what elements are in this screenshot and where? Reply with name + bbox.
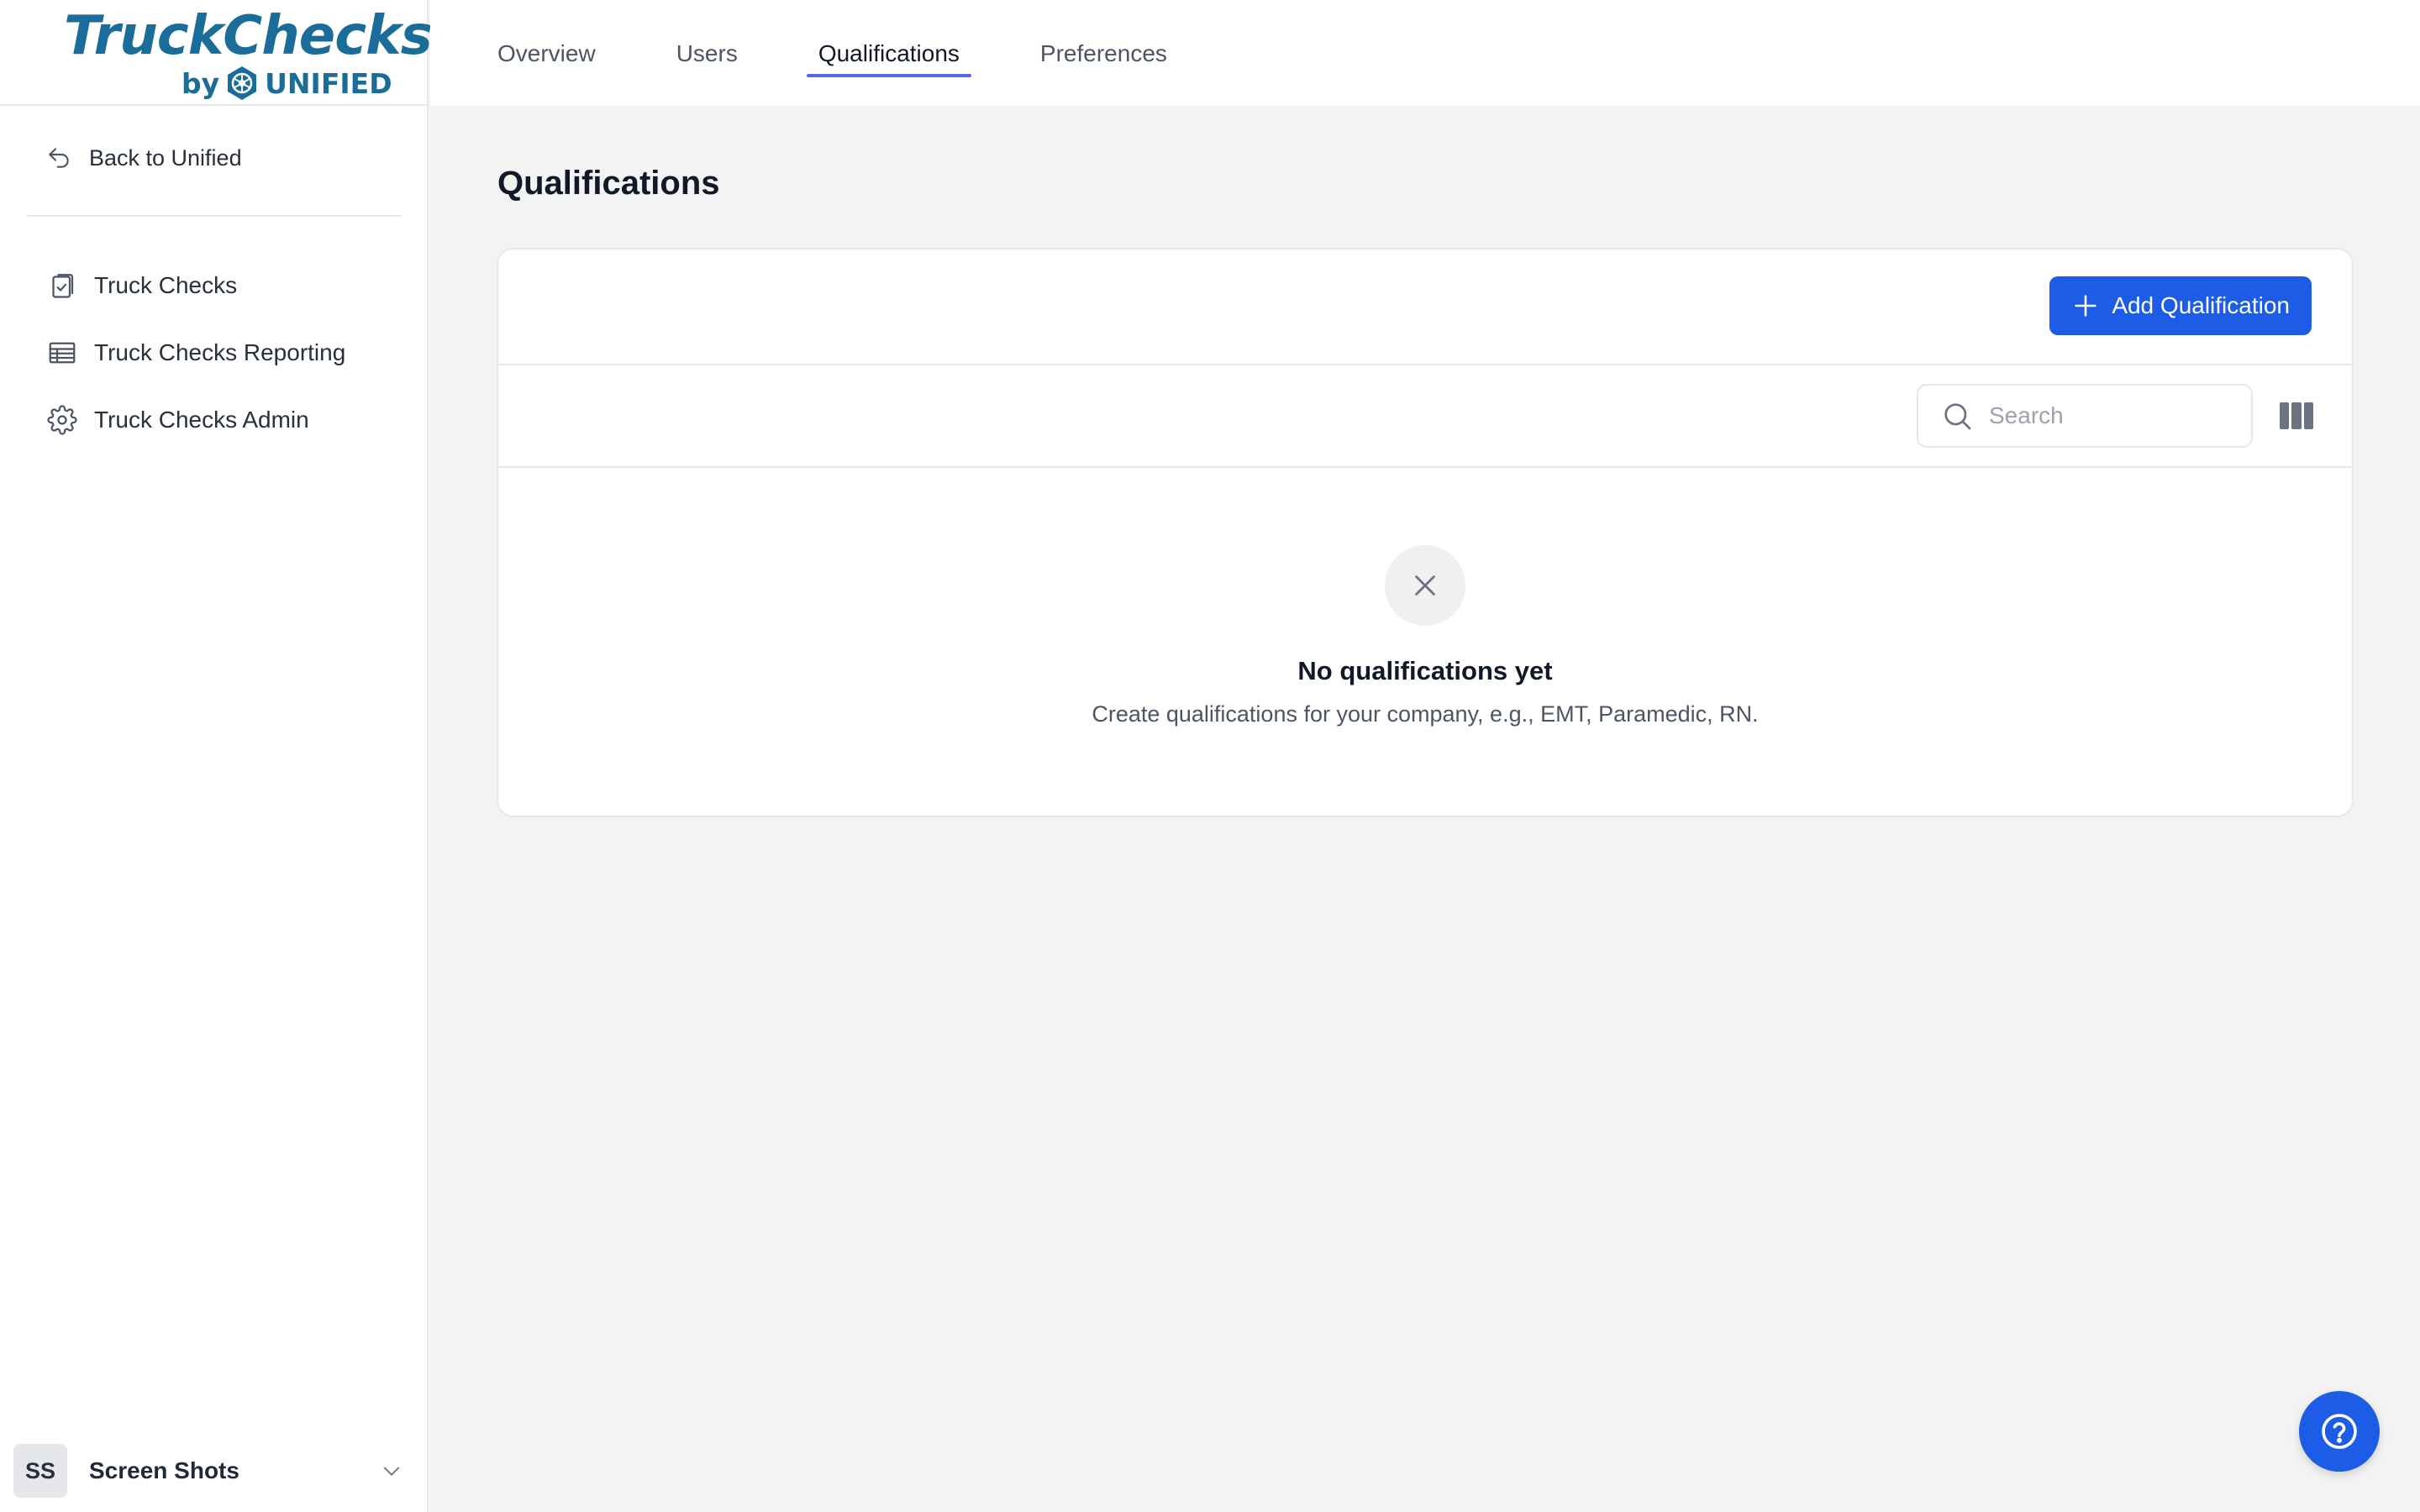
question-circle-icon xyxy=(2322,1414,2357,1449)
tab-preferences[interactable]: Preferences xyxy=(1028,40,1179,77)
logo-wordmark: TruckChecks xyxy=(64,5,433,67)
tab-overview[interactable]: Overview xyxy=(497,40,608,77)
sidebar-item-truck-checks[interactable]: Truck Checks xyxy=(47,252,345,319)
search-input[interactable] xyxy=(1989,402,2241,429)
sidebar-divider xyxy=(27,215,402,217)
back-arrow-icon xyxy=(49,148,69,168)
user-menu[interactable]: SS Screen Shots xyxy=(13,1443,415,1499)
unified-badge-icon xyxy=(228,66,257,100)
empty-state-description: Create qualifications for your company, … xyxy=(1092,701,1759,727)
plus-icon xyxy=(2075,295,2096,317)
search-icon xyxy=(1944,403,1971,430)
back-link-label: Back to Unified xyxy=(89,144,242,171)
sidebar-item-truck-checks-reporting[interactable]: Truck Checks Reporting xyxy=(47,319,345,386)
avatar: SS xyxy=(13,1444,67,1498)
table-icon xyxy=(49,342,76,364)
sidebar-item-label: Truck Checks xyxy=(94,272,238,298)
card-header: Add Qualification xyxy=(498,249,2352,365)
help-button[interactable] xyxy=(2299,1391,2380,1472)
tab-bar: Overview Users Qualifications Preference… xyxy=(497,40,1236,77)
logo[interactable]: TruckChecks by UNIFIED xyxy=(0,0,433,106)
add-qualification-button[interactable]: Add Qualification xyxy=(2049,276,2312,335)
tab-users[interactable]: Users xyxy=(665,40,750,77)
empty-state-x-icon xyxy=(1385,545,1465,626)
qualifications-card: Add Qualification No qualifications yet … xyxy=(497,248,2354,817)
gear-icon xyxy=(47,405,77,435)
user-name: Screen Shots xyxy=(89,1457,239,1483)
sidebar-item-truck-checks-admin[interactable]: Truck Checks Admin xyxy=(47,386,345,454)
logo-byline: by UNIFIED xyxy=(182,66,392,101)
logo-company-text: UNIFIED xyxy=(265,66,392,100)
top-bar: Overview Users Qualifications Preference… xyxy=(430,0,2420,106)
column-bar xyxy=(2280,402,2290,429)
back-to-unified-link[interactable]: Back to Unified xyxy=(45,144,242,171)
tab-qualifications[interactable]: Qualifications xyxy=(806,40,972,77)
empty-state: No qualifications yet Create qualificati… xyxy=(498,470,2352,727)
table-toolbar xyxy=(498,365,2352,468)
close-icon xyxy=(1415,575,1435,596)
columns-toggle-icon[interactable] xyxy=(2280,402,2313,429)
add-qualification-label: Add Qualification xyxy=(2112,292,2290,318)
column-bar xyxy=(2291,402,2302,429)
sidebar-item-label: Truck Checks Reporting xyxy=(94,339,346,365)
chevron-down-icon xyxy=(383,1467,400,1476)
page-title: Qualifications xyxy=(497,165,720,202)
empty-state-title: No qualifications yet xyxy=(1297,656,1553,685)
sidebar-item-label: Truck Checks Admin xyxy=(94,407,309,433)
search-box[interactable] xyxy=(1917,384,2253,448)
column-bar xyxy=(2303,402,2313,429)
logo-by-text: by xyxy=(182,66,220,100)
clipboard-check-icon xyxy=(52,274,74,298)
sidebar-nav: Truck Checks Truck Checks Reporting Truc… xyxy=(47,252,345,454)
sidebar: TruckChecks by UNIFIED Back to Unified T… xyxy=(0,0,433,1512)
